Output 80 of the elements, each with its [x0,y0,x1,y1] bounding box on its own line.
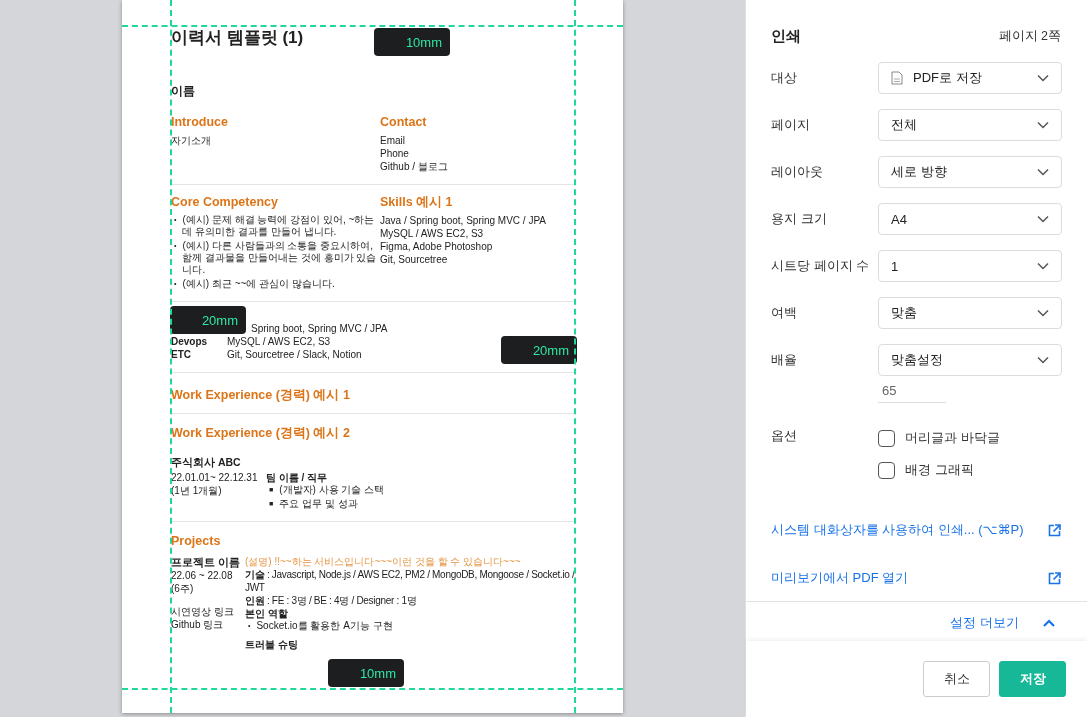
external-link-icon[interactable] [1048,571,1061,585]
project-name: 프로젝트 이름 [171,555,240,569]
setting-label: 페이지 [771,116,811,134]
dropdown[interactable]: 세로 방향 [878,156,1062,188]
chevron-down-icon [1037,262,1049,270]
link-text: 시연영상 링크 [171,605,234,618]
bullet-item: (예시) 다른 사람들과의 소통을 중요시하여, 함께 결과물을 만들어내는 것에 흥미가 있습니다. [182,240,378,276]
margin-label: 20mm [501,336,577,364]
document-title: 이력서 템플릿 (1) [171,27,304,49]
dropdown[interactable]: PDF로 저장 [878,62,1062,94]
section-heading: Work Experience (경력) 예시 2 [171,425,350,441]
cancel-button[interactable]: 취소 [923,661,990,697]
checkbox[interactable] [878,429,895,447]
text-line: (1년 1개월) [171,484,222,497]
section-heading: Introduce [171,114,228,130]
margin-label: 20mm [170,306,246,334]
chevron-down-icon [1037,121,1049,129]
external-link-icon[interactable] [1048,523,1061,537]
text-line: Java / Spring boot, Spring MVC / JPA [380,214,546,227]
chevron-down-icon [1037,168,1049,176]
bullet-item: Socket.io를 활용한 A기능 구현 [256,620,393,632]
checkbox[interactable] [878,461,895,479]
dropdown[interactable]: 1 [878,250,1062,282]
margin-label: 10mm [374,28,450,56]
section-heading: Contact [380,114,427,130]
bullet-item: (예시) 최근 ~~에 관심이 많습니다. [182,278,335,290]
text-line: Email [380,134,405,147]
text-line: Github / 블로그 [380,160,448,173]
text-line: (6주) [171,582,194,595]
role-title: 본인 역할 [245,607,288,620]
dropdown[interactable]: 맞춤 [878,297,1062,329]
bullet-item: 주요 업무 및 성과 [279,498,358,510]
bullet-item: (예시) 문제 해결 능력에 강점이 있어, ~하는 데 유의미한 결과를 만들어 냅니다. [182,214,376,238]
chevron-down-icon [1037,74,1049,82]
margin-label: 10mm [328,659,404,687]
text-line: Git, Sourcetree [380,253,448,266]
setting-label: 용지 크기 [771,210,828,228]
setting-label: 옵션 [771,427,798,445]
text-line: 22.01.01~ 22.12.31 [171,471,258,484]
row-value: MySQL / AWS EC2, S3 [227,335,331,348]
section-heading: Projects [171,533,221,549]
description-text: (설명) !!~~하는 서비스입니다~~~이런 것을 할 수 있습니다~~~ [245,555,521,568]
panel-title: 인쇄 [771,26,801,46]
setting-label: 여백 [771,304,798,322]
page-count: 페이지 2쪽 [998,27,1061,45]
link-text: Github 링크 [171,618,224,631]
text-line: 22.06 ~ 22.08 [171,569,233,582]
text-line: MySQL / AWS EC2, S3 [380,227,484,240]
chevron-down-icon [1037,356,1049,364]
link[interactable]: 시스템 대화상자를 사용하여 인쇄... (⌥⌘P) [771,521,1024,539]
link[interactable]: 미리보기에서 PDF 열기 [771,569,909,587]
row-value: Git, Sourcetree / Slack, Notion [227,348,362,361]
setting-label: 배율 [771,351,798,369]
detail-line: 인원 : FE : 3명 / BE : 4명 / Designer : 1명 [245,594,417,607]
section-heading: Skills 예시 1 [380,194,453,210]
row-label: Devops [171,335,208,348]
bullet-item: (개발자) 사용 기술 스택 [279,484,385,496]
more-settings-link[interactable]: 설정 더보기 [950,614,1019,632]
chevron-down-icon [1037,215,1049,223]
chevron-down-icon [1037,309,1049,317]
text-line: 자기소개 [171,134,211,147]
subheading: 트러블 슈팅 [245,638,298,651]
setting-label: 대상 [771,69,798,87]
text-line: Figma, Adobe Photoshop [380,240,493,253]
dropdown[interactable]: A4 [878,203,1062,235]
setting-label: 시트당 페이지 수 [771,257,871,275]
section-heading: Core Competency [171,194,278,210]
row-value: Spring boot, Spring MVC / JPA [250,322,388,335]
company-name: 주식회사 ABC [171,455,242,469]
text-line: Phone [380,147,409,160]
document-icon [891,71,903,85]
checkbox-label[interactable]: 머리글과 바닥글 [905,429,1000,447]
role-title: 팀 이름 / 직무 [266,471,328,484]
row-label: ETC [171,348,191,361]
dropdown[interactable]: 전체 [878,109,1062,141]
section-heading: Work Experience (경력) 예시 1 [171,387,350,403]
setting-label: 레이아웃 [771,163,824,181]
checkbox-label[interactable]: 배경 그래픽 [905,461,974,479]
name-heading: 이름 [171,83,195,100]
dropdown[interactable]: 맞춤설정 [878,344,1062,376]
